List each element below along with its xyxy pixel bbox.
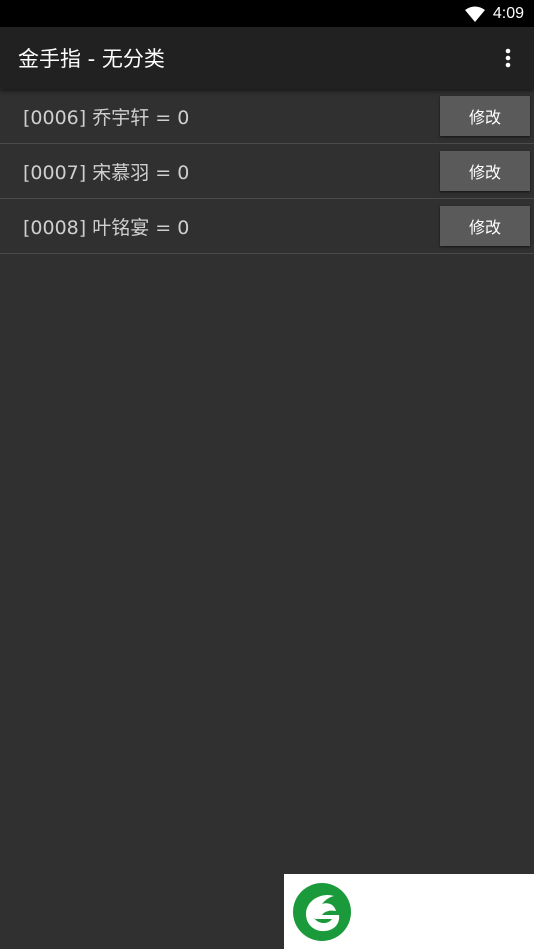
leaf-logo-icon (293, 882, 351, 941)
watermark (284, 874, 534, 949)
more-vert-icon (505, 48, 511, 68)
cheat-label: [0006] 乔宇轩 = 0 (23, 106, 190, 129)
cheat-list: [0006] 乔宇轩 = 0 修改 [0007] 宋慕羽 = 0 修改 [000… (0, 89, 534, 254)
edit-button[interactable]: 修改 (440, 206, 530, 246)
page-title: 金手指 - 无分类 (18, 47, 165, 71)
list-item: [0007] 宋慕羽 = 0 修改 (0, 144, 534, 199)
edit-button[interactable]: 修改 (440, 151, 530, 191)
cheat-label: [0007] 宋慕羽 = 0 (23, 161, 190, 184)
cheat-label: [0008] 叶铭宴 = 0 (23, 216, 190, 239)
app-bar: 金手指 - 无分类 (0, 27, 534, 89)
status-time: 4:09 (492, 4, 524, 22)
status-bar: 4:09 (0, 0, 534, 27)
wifi-icon (464, 6, 485, 22)
list-item: [0006] 乔宇轩 = 0 修改 (0, 89, 534, 144)
overflow-menu-button[interactable] (488, 34, 528, 82)
list-item: [0008] 叶铭宴 = 0 修改 (0, 199, 534, 254)
edit-button[interactable]: 修改 (440, 96, 530, 136)
